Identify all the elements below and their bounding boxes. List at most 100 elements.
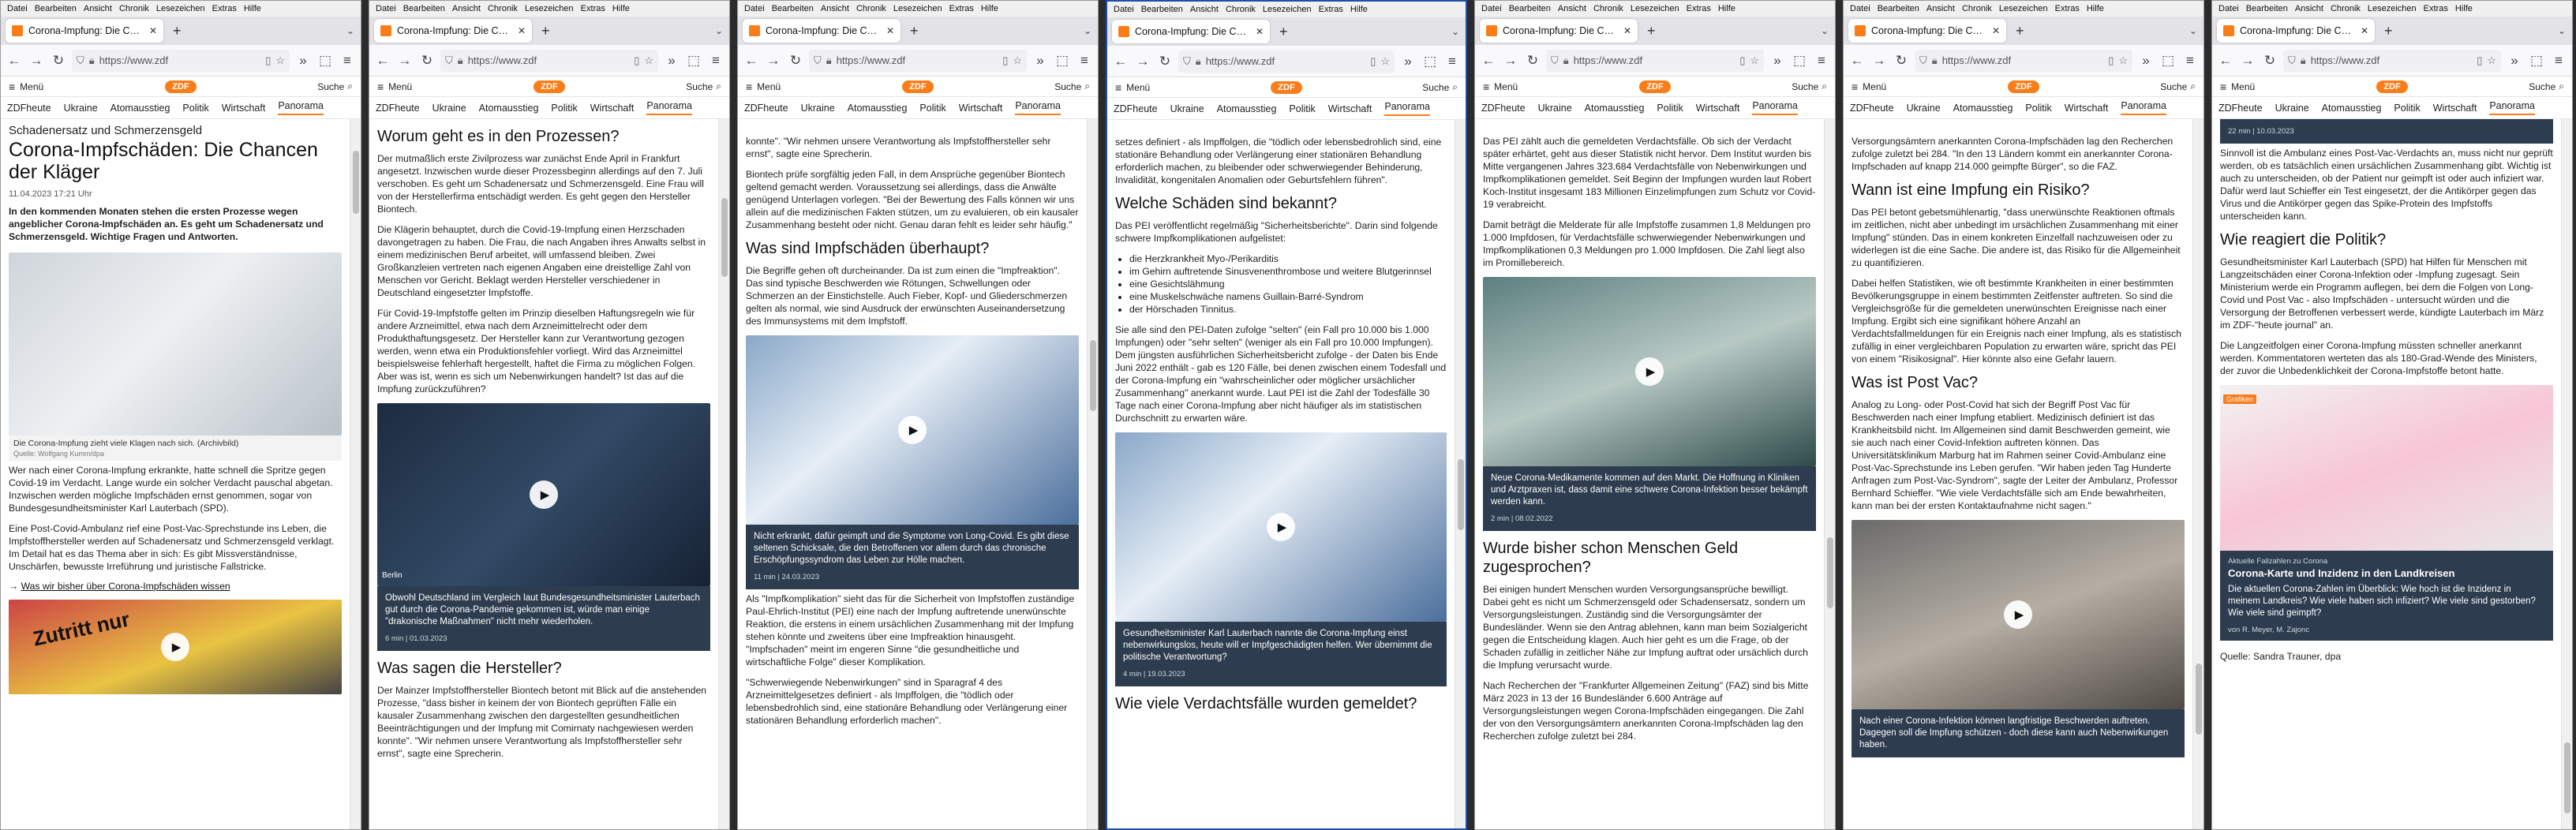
zdf-logo[interactable]: ZDF	[902, 80, 934, 93]
hamburger-menu-icon[interactable]: ≡	[2181, 53, 2199, 69]
site-menu-label[interactable]: Menü	[2231, 81, 2255, 92]
menu-item[interactable]: Ansicht	[452, 4, 481, 13]
page-icon[interactable]: ▯	[1370, 55, 1376, 68]
menu-item[interactable]: Hilfe	[2455, 4, 2473, 13]
browser-tab[interactable]: Corona-Impfung: Die Chancen der ✕	[6, 19, 163, 43]
overflow-chevron-icon[interactable]: »	[1769, 53, 1786, 69]
menu-item[interactable]: Bearbeiten	[772, 4, 814, 13]
browser-tab[interactable]: Corona-Impfung: Die Chancen der ✕	[1112, 20, 1270, 43]
menu-item[interactable]: Hilfe	[981, 4, 998, 13]
play-icon[interactable]: ▶	[2004, 600, 2032, 629]
lock-icon[interactable]: 🔒︎	[826, 54, 832, 67]
extensions-icon[interactable]: ⬚	[316, 53, 334, 69]
video-thumbnail[interactable]: ▶	[1483, 277, 1816, 466]
category-link[interactable]: Wirtschaft	[2065, 103, 2109, 114]
menu-item[interactable]: Datei	[744, 4, 765, 13]
scrollbar[interactable]	[1455, 120, 1466, 828]
category-link[interactable]: Panorama	[1752, 100, 1798, 115]
category-link[interactable]: Atomausstieg	[1585, 103, 1645, 114]
menu-item[interactable]: Ansicht	[2295, 4, 2323, 13]
category-link[interactable]: Wirtschaft	[1696, 103, 1740, 114]
menu-item[interactable]: Lesezeichen	[156, 4, 205, 13]
back-icon[interactable]: ←	[374, 53, 391, 69]
category-link[interactable]: Politik	[1657, 103, 1683, 114]
tab-list-icon[interactable]: ⌄	[2189, 25, 2197, 36]
menu-item[interactable]: Ansicht	[821, 4, 849, 13]
shield-icon[interactable]: ⛉	[1551, 54, 1559, 67]
tab-list-icon[interactable]: ⌄	[1084, 25, 1091, 36]
menu-item[interactable]: Hilfe	[1718, 4, 1735, 13]
category-link[interactable]: ZDFheute	[376, 103, 420, 114]
menu-item[interactable]: Bearbeiten	[1509, 4, 1551, 13]
site-menu-icon[interactable]: ≡	[1483, 80, 1489, 93]
site-search-button[interactable]: Suche ⌕	[1054, 80, 1090, 92]
menu-item[interactable]: Bearbeiten	[403, 4, 445, 13]
lock-icon[interactable]: 🔒︎	[1563, 54, 1569, 67]
shield-icon[interactable]: ⛉	[2288, 54, 2296, 67]
category-link[interactable]: Atomausstieg	[848, 103, 908, 114]
page-icon[interactable]: ▯	[2108, 54, 2114, 67]
forward-icon[interactable]: →	[765, 53, 782, 69]
browser-tab[interactable]: Corona-Impfung: Die Chancen der ✕	[374, 19, 532, 43]
menu-item[interactable]: Ansicht	[1926, 4, 1955, 13]
url-text[interactable]: https://www.zdf	[99, 54, 261, 66]
site-menu-icon[interactable]: ≡	[377, 80, 384, 93]
extensions-icon[interactable]: ⬚	[685, 53, 702, 69]
forward-icon[interactable]: →	[1502, 53, 1519, 69]
category-link[interactable]: Panorama	[646, 100, 692, 115]
menu-item[interactable]: Extras	[581, 4, 605, 13]
menu-item[interactable]: Extras	[949, 4, 974, 13]
bookmark-star-icon[interactable]: ☆	[2487, 54, 2496, 67]
new-tab-button[interactable]: +	[1279, 24, 1288, 40]
site-menu-label[interactable]: Menü	[1863, 81, 1886, 92]
overflow-chevron-icon[interactable]: »	[1032, 53, 1049, 69]
back-icon[interactable]: ←	[1480, 53, 1497, 69]
teaser-card[interactable]: Aktuelle Fallzahlen zu Corona Corona-Kart…	[2220, 551, 2553, 641]
play-icon[interactable]: ▶	[1635, 357, 1664, 386]
category-link[interactable]: Atomausstieg	[110, 103, 170, 114]
reload-icon[interactable]: ↻	[50, 53, 67, 69]
scrollbar-thumb[interactable]	[353, 151, 359, 214]
category-link[interactable]: Wirtschaft	[959, 103, 1003, 114]
site-menu-icon[interactable]: ≡	[9, 80, 15, 93]
site-menu-icon[interactable]: ≡	[1852, 80, 1858, 93]
video-thumbnail[interactable]: Zutritt nur ▶	[9, 600, 342, 694]
page-icon[interactable]: ▯	[265, 54, 271, 67]
category-link[interactable]: Ukraine	[801, 103, 835, 114]
url-bar[interactable]: ⛉ 🔒︎ https://www.zdf ▯ ☆	[1915, 49, 2132, 72]
category-link[interactable]: Politik	[919, 103, 945, 114]
new-tab-button[interactable]: +	[2384, 23, 2393, 39]
teaser-title[interactable]: Corona-Karte und Inzidenz in den Landkre…	[2228, 567, 2545, 579]
page-icon[interactable]: ▯	[2477, 54, 2482, 67]
scrollbar-thumb[interactable]	[2564, 742, 2570, 813]
url-text[interactable]: https://www.zdf	[1942, 54, 2104, 66]
category-link[interactable]: Ukraine	[2275, 103, 2309, 114]
lock-icon[interactable]: 🔒︎	[458, 54, 463, 67]
menu-item[interactable]: Lesezeichen	[1263, 5, 1312, 14]
menu-item[interactable]: Datei	[1850, 4, 1870, 13]
browser-tab[interactable]: Corona-Impfung: Die Chancen der ✕	[2217, 19, 2375, 43]
menu-item[interactable]: Chronik	[856, 4, 886, 13]
url-bar[interactable]: ⛉ 🔒︎ https://www.zdf ▯ ☆	[1178, 50, 1395, 73]
close-tab-icon[interactable]: ✕	[2361, 25, 2368, 36]
reload-icon[interactable]: ↻	[1524, 53, 1541, 69]
forward-icon[interactable]: →	[1134, 54, 1151, 69]
browser-tab[interactable]: Corona-Impfung: Die Chancen der ✕	[1480, 19, 1638, 43]
hamburger-menu-icon[interactable]: ≡	[707, 53, 724, 69]
category-link[interactable]: Panorama	[1015, 100, 1061, 115]
category-link[interactable]: Politik	[2394, 103, 2420, 114]
category-link[interactable]: Panorama	[2489, 100, 2535, 115]
related-link-text[interactable]: Was wir bisher über Corona-Impfschäden w…	[21, 581, 230, 592]
tab-list-icon[interactable]: ⌄	[2558, 25, 2566, 36]
category-link[interactable]: Wirtschaft	[222, 103, 266, 114]
back-icon[interactable]: ←	[1112, 54, 1129, 69]
browser-tab[interactable]: Corona-Impfung: Die Chancen der ✕	[743, 19, 900, 43]
bookmark-star-icon[interactable]: ☆	[1750, 54, 1759, 67]
category-link[interactable]: Ukraine	[1170, 103, 1204, 114]
new-tab-button[interactable]: +	[2016, 23, 2024, 39]
category-link[interactable]: Atomausstieg	[1953, 103, 2013, 114]
overflow-chevron-icon[interactable]: »	[294, 53, 312, 69]
play-icon[interactable]: ▶	[898, 416, 927, 444]
menu-item[interactable]: Datei	[1114, 5, 1134, 14]
close-tab-icon[interactable]: ✕	[886, 25, 894, 36]
